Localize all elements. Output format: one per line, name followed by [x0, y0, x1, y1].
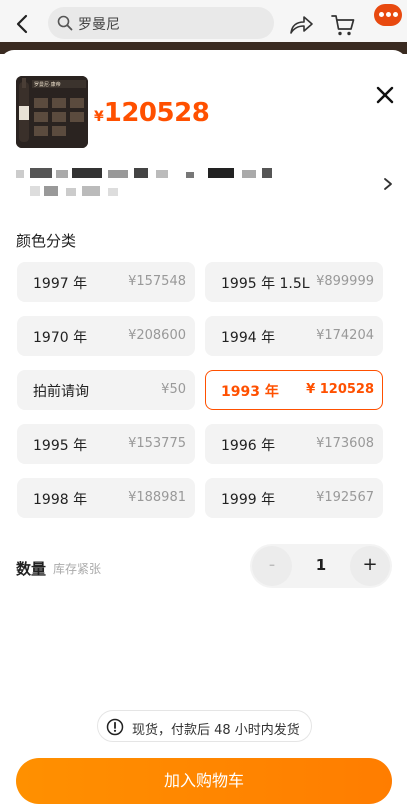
variant-price: ¥192567 [316, 490, 374, 505]
price-currency: ¥ [94, 109, 104, 125]
variant-label: 1995 年 [33, 438, 88, 454]
quantity-stepper: - 1 + [250, 544, 392, 588]
variant-label: 1996 年 [221, 438, 276, 454]
variant-price: ¥157548 [128, 274, 186, 289]
add-to-cart-button[interactable]: 加入购物车 [16, 758, 392, 804]
variant-label: 拍前请询 [33, 384, 89, 400]
address-row-blurred[interactable] [16, 166, 376, 202]
decrease-button[interactable]: - [252, 546, 292, 586]
variant-option[interactable]: 1996 年 ¥173608 [205, 424, 383, 464]
variant-option-selected[interactable]: 1993 年 ¥ 120528 [205, 370, 383, 410]
shipping-notice-text: 现货，付款后 48 小时内发货 [132, 723, 300, 738]
quantity-label: 数量 [16, 560, 47, 578]
variant-price: ¥50 [161, 382, 186, 397]
share-icon[interactable] [288, 13, 314, 37]
variant-option[interactable]: 1970 年 ¥208600 [17, 316, 195, 356]
cart-icon[interactable] [330, 12, 356, 38]
close-icon[interactable] [374, 84, 396, 106]
variant-option[interactable]: 1994 年 ¥174204 [205, 316, 383, 356]
variant-label: 1994 年 [221, 330, 276, 346]
more-icon[interactable] [374, 4, 402, 26]
back-icon[interactable] [12, 12, 34, 36]
exclamation-icon [106, 718, 124, 736]
variant-option[interactable]: 1995 年 ¥153775 [17, 424, 195, 464]
selected-price: ¥120528 [94, 98, 210, 128]
shipping-notice: 现货，付款后 48 小时内发货 [97, 710, 312, 742]
variant-label: 1995 年 1.5L [221, 276, 310, 292]
variant-price: ¥188981 [128, 490, 186, 505]
variant-option[interactable]: 1995 年 1.5L ¥899999 [205, 262, 383, 302]
variant-label: 1999 年 [221, 492, 276, 508]
variant-label: 1997 年 [33, 276, 88, 292]
variant-option[interactable]: 1998 年 ¥188981 [17, 478, 195, 518]
quantity-value[interactable]: 1 [302, 556, 340, 574]
variant-price: ¥173608 [316, 436, 374, 451]
variant-option[interactable]: 1997 年 ¥157548 [17, 262, 195, 302]
svg-text:罗曼尼·康帝: 罗曼尼·康帝 [34, 81, 61, 88]
variant-option[interactable]: 拍前请询 ¥50 [17, 370, 195, 410]
variant-price: ¥899999 [316, 274, 374, 289]
variant-label: 1998 年 [33, 492, 88, 508]
variant-label: 1993 年 [221, 384, 279, 400]
product-thumbnail: 罗曼尼·康帝 [16, 76, 88, 148]
variant-label: 1970 年 [33, 330, 88, 346]
sku-selector-sheet: 罗曼尼·康帝 ¥120528 颜色分类 1997 年 ¥157548 1995 … [0, 50, 407, 807]
increase-button[interactable]: + [350, 546, 390, 586]
variant-price: ¥153775 [128, 436, 186, 451]
stock-hint: 库存紧张 [53, 562, 102, 576]
search-query: 罗曼尼 [78, 17, 120, 33]
variant-option[interactable]: 1999 年 ¥192567 [205, 478, 383, 518]
chevron-right-icon[interactable] [382, 176, 394, 190]
variant-price: ¥ 120528 [306, 382, 374, 397]
variant-section-title: 颜色分类 [16, 232, 77, 250]
search-icon [57, 15, 73, 31]
variant-price: ¥208600 [128, 328, 186, 343]
price-value: 120528 [103, 98, 210, 128]
variant-price: ¥174204 [316, 328, 374, 343]
search-bar[interactable]: 罗曼尼 [48, 7, 274, 39]
